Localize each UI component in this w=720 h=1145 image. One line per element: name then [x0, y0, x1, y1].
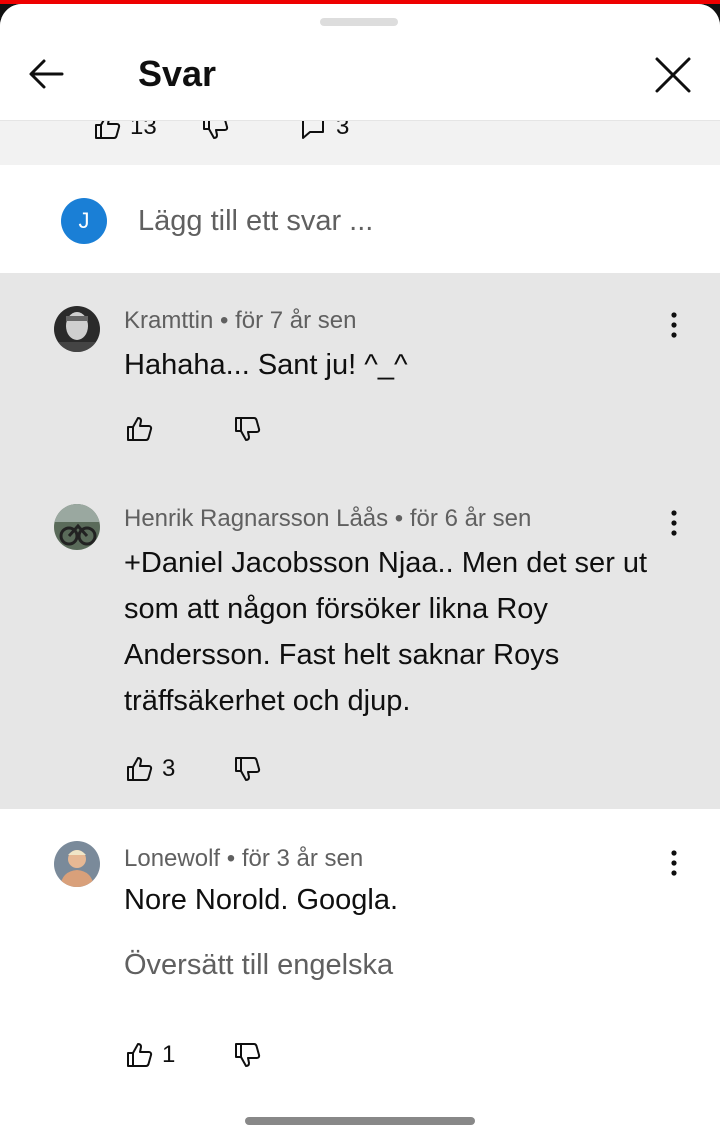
thumbs-down-icon — [235, 1043, 261, 1067]
reply-icon — [302, 120, 324, 139]
comment-author[interactable]: Kramttin — [124, 307, 213, 334]
thumbs-up-icon — [127, 757, 153, 781]
home-indicator[interactable] — [245, 1117, 475, 1125]
thumbs-down-icon — [235, 757, 261, 781]
like-button[interactable]: 3 — [124, 754, 175, 784]
thumbs-up-icon — [95, 120, 121, 139]
comment-time: för 7 år sen — [235, 307, 357, 334]
peek-reply-button[interactable]: 3 — [298, 120, 349, 142]
dislike-button[interactable] — [232, 414, 262, 444]
thumbs-up-icon — [127, 1043, 153, 1067]
peek-reply-count: 3 — [336, 120, 350, 140]
like-button[interactable]: 1 — [124, 1040, 175, 1070]
avatar[interactable] — [54, 306, 100, 352]
more-options-icon[interactable] — [660, 505, 688, 541]
comment-actions: 1 — [124, 1035, 261, 1075]
avatar-henrik-image — [54, 504, 100, 550]
comment-item: Henrik Ragnarsson Låås • för 6 år sen +D… — [0, 471, 720, 809]
avatar[interactable] — [54, 504, 100, 550]
more-options-icon[interactable] — [660, 307, 688, 343]
comment-time: för 3 år sen — [241, 845, 364, 872]
meta-separator: • — [220, 845, 242, 872]
comment-text: Hahaha... Sant ju! ^_^ — [124, 349, 408, 381]
translate-link[interactable]: Översätt till engelska — [124, 945, 393, 985]
comment-item: Lonewolf • för 3 år sen Nore Norold. Goo… — [0, 809, 720, 1089]
meta-separator: • — [213, 307, 236, 334]
comment-time: för 6 år sen — [409, 505, 532, 532]
comment-actions: 3 — [124, 749, 261, 789]
avatar-lonewolf-image — [54, 841, 100, 887]
comment-author[interactable]: Henrik Ragnarsson Låås — [124, 505, 388, 532]
add-reply-row: J — [0, 165, 720, 273]
comment-actions — [124, 409, 261, 449]
back-arrow-icon[interactable] — [26, 54, 66, 94]
user-avatar[interactable]: J — [61, 198, 107, 244]
like-button[interactable] — [124, 414, 162, 444]
comment-meta: Kramttin • för 7 år sen — [124, 306, 357, 336]
comment-author[interactable]: Lonewolf — [124, 845, 220, 872]
meta-separator: • — [388, 505, 410, 532]
avatar-kramttin-image — [54, 306, 100, 352]
like-count: 1 — [162, 1041, 176, 1068]
avatar[interactable] — [54, 841, 100, 887]
comment-meta: Lonewolf • för 3 år sen — [124, 844, 363, 874]
page-title: Svar — [138, 53, 217, 94]
comment-text: Nore Norold. Googla. — [124, 884, 399, 916]
parent-comment-actions-peek: 13 3 — [0, 120, 720, 165]
more-options-icon[interactable] — [660, 845, 688, 881]
thumbs-down-icon — [235, 417, 261, 441]
comment-meta: Henrik Ragnarsson Låås • för 6 år sen — [124, 504, 531, 534]
thumbs-up-icon — [127, 417, 153, 441]
like-count: 3 — [162, 755, 176, 782]
thumbs-down-icon — [203, 120, 229, 139]
comment-item: Kramttin • för 7 år sen Hahaha... Sant j… — [0, 273, 720, 471]
dislike-button[interactable] — [232, 754, 262, 784]
add-reply-input[interactable] — [138, 199, 658, 243]
peek-like-button[interactable]: 13 — [92, 120, 157, 142]
replies-sheet: Svar 13 3 J Lägg till ett svar ... Kramt… — [0, 4, 720, 1145]
comment-text: +Daniel Jacobsson Njaa.. Men det ser ut … — [124, 547, 648, 717]
peek-like-count: 13 — [130, 120, 157, 140]
drag-handle-bar[interactable] — [320, 18, 398, 26]
peek-dislike-button[interactable] — [200, 120, 238, 142]
dislike-button[interactable] — [232, 1040, 262, 1070]
sheet-header: Svar — [0, 4, 720, 121]
close-icon[interactable] — [652, 54, 694, 96]
